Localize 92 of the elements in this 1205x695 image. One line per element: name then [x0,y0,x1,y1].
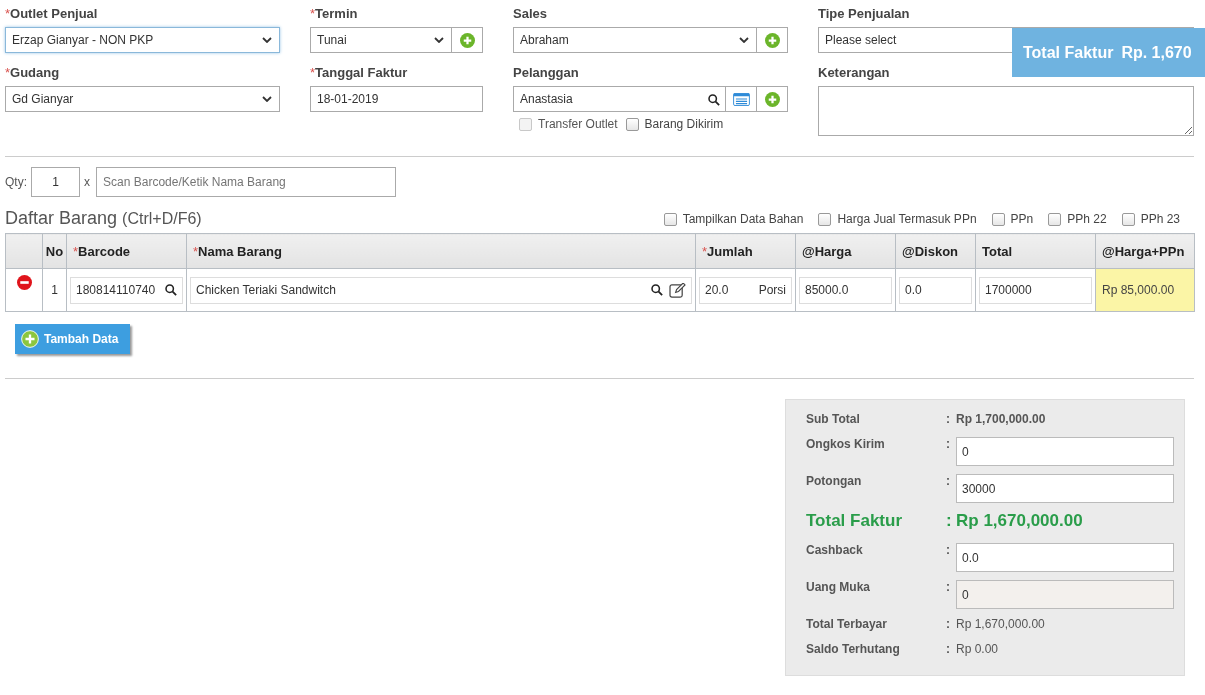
search-icon [708,94,720,106]
search-icon [651,284,663,296]
amount-field[interactable]: 0 [956,437,1174,466]
checkbox-label: PPn [1010,212,1034,226]
field-label: Tipe Penjualan [818,5,911,22]
list-icon [732,92,750,106]
summary-label: Ongkos Kirim [806,436,886,451]
table-cell: Rp 85,000.00 [1095,268,1195,312]
customer-field[interactable]: Anastasia [513,86,726,112]
sales-select[interactable]: Abraham [513,27,757,53]
column-header: *Barcode [66,233,187,269]
field-label: Sales [513,5,548,22]
amount-field[interactable]: 0 [956,580,1174,609]
table-cell: 1 [42,268,67,312]
colon: : [946,511,953,531]
chevron-icon [739,37,749,43]
colon: : [946,542,951,557]
summary-value: Rp 1,670,000.00 [956,616,1045,631]
discount-field[interactable]: 0.0 [899,276,972,304]
add-button[interactable] [757,86,788,112]
gudang-select[interactable]: Gd Gianyar [5,86,280,112]
field-label: *Termin [310,5,359,22]
edit-icon [669,282,686,298]
column-header: No [42,233,67,269]
date-field[interactable]: 18-01-2019 [310,86,483,112]
field-label: Keterangan [818,64,891,81]
plus-icon [764,91,780,107]
summary-label: Total Faktur [806,511,904,531]
item-name-field[interactable]: Chicken Teriaki Sandwitch [190,276,692,304]
field-label: *Tanggal Faktur [310,64,409,81]
shortcut-hint: (Ctrl+D/F6) [122,210,202,227]
add-button[interactable] [452,27,483,53]
field-label: Pelanggan [513,64,580,81]
plus-icon [21,330,39,348]
colon: : [946,473,951,488]
qty-field[interactable]: 1 [31,167,80,197]
list-button[interactable] [726,86,757,112]
checkbox[interactable] [663,212,677,226]
checkbox[interactable] [991,212,1005,226]
checkbox-label: Barang Dikirim [644,117,724,131]
termin-select[interactable]: Tunai [310,27,452,53]
times-sign: x [84,175,90,189]
search-icon [165,284,177,296]
amount-field[interactable]: 30000 [956,474,1174,503]
chevron-icon [262,37,272,43]
summary-label: Sub Total [806,411,861,426]
checkbox-label: Harga Jual Termasuk PPn [837,212,977,226]
colon: : [946,411,951,426]
remove-icon[interactable] [16,275,32,290]
column-header: *Jumlah [695,233,796,269]
checkbox-label: Tampilkan Data Bahan [682,212,804,226]
add-button[interactable] [757,27,788,53]
checkbox[interactable] [1048,212,1062,226]
checkbox[interactable] [1121,212,1135,226]
summary-label: Saldo Terhutang [806,641,901,656]
quantity-field[interactable]: 20.0 Porsi [699,276,792,304]
total-field[interactable]: 1700000 [979,276,1092,304]
checkbox-label: PPh 23 [1140,212,1180,226]
price-field[interactable]: 85000.0 [799,276,892,304]
colon: : [946,579,951,594]
plus-icon [459,32,475,48]
checkbox[interactable] [625,117,639,131]
colon: : [946,436,951,451]
outlet-select[interactable]: Erzap Gianyar - NON PKP [5,27,280,53]
scan-field[interactable]: Scan Barcode/Ketik Nama Barang [96,167,396,197]
checkbox-label: PPh 22 [1067,212,1107,226]
summary-label: Total Terbayar [806,616,888,631]
summary-label: Potongan [806,473,863,488]
colon: : [946,641,951,656]
barcode-field[interactable]: 180814110740 [70,276,183,304]
column-header: *Nama Barang [186,233,696,269]
column-header: @Diskon [895,233,976,269]
field-label: *Gudang [5,64,61,81]
notes-field[interactable] [818,86,1194,136]
checkbox-label: Transfer Outlet [538,117,618,131]
column-header: Total [975,233,1096,269]
chevron-icon [262,96,272,102]
colon: : [946,616,951,631]
section-title: Daftar Barang [5,208,118,228]
summary-value: Rp 0.00 [956,641,999,656]
qty-label: Qty: [5,175,27,189]
checkbox[interactable] [818,212,832,226]
summary-value: Rp 1,700,000.00 [956,411,1046,426]
column-header: @Harga+PPn [1095,233,1195,269]
summary-label: Uang Muka [806,579,871,594]
summary-value: Rp 1,670,000.00 [956,511,1083,531]
summary-label: Cashback [806,542,864,557]
amount-field[interactable]: 0.0 [956,543,1174,572]
plus-icon [764,32,780,48]
column-header: @Harga [795,233,896,269]
field-label: *Outlet Penjual [5,5,99,22]
chevron-icon [434,37,444,43]
